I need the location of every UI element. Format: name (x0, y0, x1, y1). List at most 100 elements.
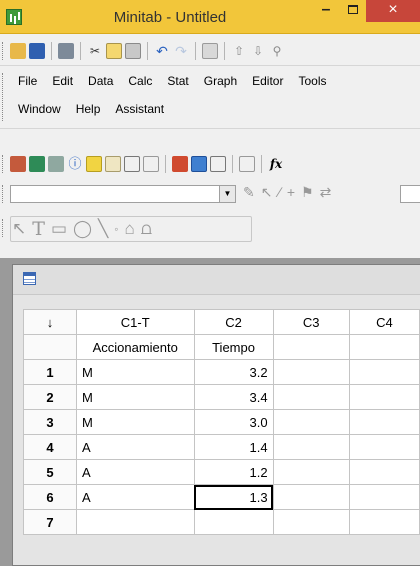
data-cell[interactable] (272, 509, 350, 535)
data-cell[interactable] (348, 484, 420, 510)
copy-icon[interactable] (106, 43, 122, 59)
column-header-c3[interactable]: C3 (272, 309, 350, 335)
menu-calc[interactable]: Calc (128, 74, 152, 88)
column-name-c3[interactable] (272, 334, 350, 360)
row-number[interactable]: 7 (23, 509, 77, 535)
toolbar-grip[interactable] (2, 219, 5, 237)
row-number[interactable]: 1 (23, 359, 77, 385)
secondary-dropdown[interactable] (400, 185, 420, 203)
marker-icon[interactable]: ◦ (114, 222, 118, 236)
session-icon[interactable] (10, 156, 26, 172)
flag-icon[interactable]: ⚑ (301, 184, 314, 201)
down-icon[interactable]: ⇩ (250, 43, 266, 59)
line-icon[interactable]: ╲ (98, 219, 108, 239)
chevron-down-icon[interactable]: ▼ (219, 186, 235, 202)
data-cell[interactable] (348, 359, 420, 385)
row-number[interactable]: 5 (23, 459, 77, 485)
data-cell[interactable] (348, 434, 420, 460)
data-cell[interactable] (272, 384, 350, 410)
row-number[interactable]: 2 (23, 384, 77, 410)
menu-help[interactable]: Help (76, 102, 101, 116)
save-icon[interactable] (29, 43, 45, 59)
menu-graph[interactable]: Graph (204, 74, 237, 88)
column-header-c2[interactable]: C2 (193, 309, 274, 335)
menu-tools[interactable]: Tools (298, 74, 326, 88)
show-graphs-icon[interactable] (48, 156, 64, 172)
graph-window-icon[interactable] (239, 156, 255, 172)
column-name-c4[interactable] (348, 334, 420, 360)
paste-icon[interactable] (125, 43, 141, 59)
report-pad-icon[interactable] (105, 156, 121, 172)
row-number[interactable]: 4 (23, 434, 77, 460)
data-cell[interactable] (348, 409, 420, 435)
toolbar-grip[interactable] (2, 185, 5, 203)
data-cell[interactable]: A (75, 434, 195, 460)
undo-icon[interactable]: ↶ (154, 43, 170, 59)
data-cell[interactable] (272, 484, 350, 510)
data-cell[interactable]: M (75, 359, 195, 385)
data-cell[interactable]: M (75, 384, 195, 410)
minimize-button[interactable]: – (313, 0, 339, 22)
menu-file[interactable]: File (18, 74, 37, 88)
menu-window[interactable]: Window (18, 102, 61, 116)
column-header-c4[interactable]: C4 (348, 309, 420, 335)
design-icon[interactable] (143, 156, 159, 172)
data-cell[interactable]: A (75, 484, 195, 510)
select-arrow-icon[interactable]: ↖ (261, 184, 273, 201)
pen-icon[interactable]: ∕ (278, 184, 280, 201)
brush-icon[interactable]: ✎ (243, 184, 255, 201)
cell-grid-icon[interactable] (191, 156, 207, 172)
data-cell[interactable] (75, 509, 195, 535)
data-cell[interactable] (348, 384, 420, 410)
ellipse-icon[interactable]: ◯ (73, 219, 92, 239)
data-cell[interactable]: 3.2 (193, 359, 274, 385)
up-icon[interactable]: ⇧ (231, 43, 247, 59)
worksheet-window[interactable]: ↓ C1-T C2 C3 C4 Accionamiento Tiempo 1 M… (12, 264, 420, 566)
menu-data[interactable]: Data (88, 74, 113, 88)
data-cell[interactable]: 1.4 (193, 434, 274, 460)
text-tool-icon[interactable]: T (32, 218, 45, 240)
data-cell[interactable] (348, 459, 420, 485)
data-cell[interactable]: M (75, 409, 195, 435)
open-icon[interactable] (10, 43, 26, 59)
toolbar-grip[interactable] (2, 155, 5, 173)
polyline-icon[interactable]: ⩍ (141, 219, 152, 239)
redo-icon[interactable]: ↷ (173, 43, 189, 59)
cut-icon[interactable]: ✂ (87, 43, 103, 59)
row-number[interactable]: 3 (23, 409, 77, 435)
menu-stat[interactable]: Stat (167, 74, 188, 88)
data-cell[interactable] (348, 509, 420, 535)
maximize-button[interactable] (340, 0, 366, 22)
statguide-icon[interactable] (172, 156, 188, 172)
column-header-c1[interactable]: C1-T (75, 309, 195, 335)
active-data-cell[interactable]: 1.3 (193, 484, 274, 510)
data-cell[interactable]: 3.0 (193, 409, 274, 435)
data-cell[interactable]: 3.4 (193, 384, 274, 410)
row-number[interactable]: 6 (23, 484, 77, 510)
show-worksheets-icon[interactable] (29, 156, 45, 172)
find-icon[interactable]: ⚲ (269, 43, 285, 59)
worksheet-titlebar[interactable] (13, 265, 420, 295)
data-cell[interactable] (272, 459, 350, 485)
graph-element-dropdown[interactable]: ▼ (10, 185, 236, 203)
crosshair-icon[interactable]: + (287, 184, 295, 201)
column-icon[interactable] (210, 156, 226, 172)
data-cell[interactable] (272, 359, 350, 385)
print-icon[interactable] (58, 43, 74, 59)
menu-grip[interactable] (2, 73, 5, 121)
formula-icon[interactable]: fx (268, 156, 284, 172)
data-cell[interactable] (272, 409, 350, 435)
menu-editor[interactable]: Editor (252, 74, 283, 88)
related-documents-icon[interactable] (124, 156, 140, 172)
column-name-c1[interactable]: Accionamiento (75, 334, 195, 360)
menu-assistant[interactable]: Assistant (115, 102, 164, 116)
toolbar-grip[interactable] (2, 42, 5, 60)
menu-edit[interactable]: Edit (52, 74, 73, 88)
data-cell[interactable]: 1.2 (193, 459, 274, 485)
info-icon[interactable]: ⓘ (67, 156, 83, 172)
column-name-c2[interactable]: Tiempo (193, 334, 274, 360)
swap-icon[interactable]: ⇄ (320, 184, 332, 201)
corner-cell[interactable]: ↓ (23, 309, 77, 335)
worksheet-icon[interactable] (202, 43, 218, 59)
data-cell[interactable] (272, 434, 350, 460)
